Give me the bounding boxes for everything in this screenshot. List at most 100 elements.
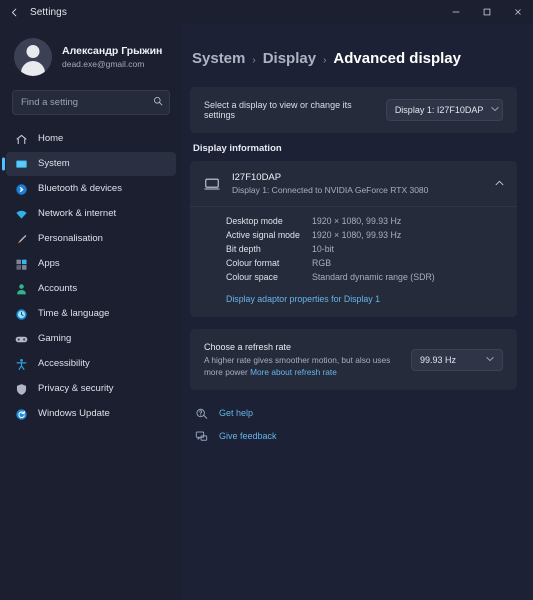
refresh-rate-title: Choose a refresh rate xyxy=(204,342,292,352)
breadcrumb-display[interactable]: Display xyxy=(263,50,316,67)
sidebar-item-accessibility[interactable]: Accessibility xyxy=(6,352,176,376)
search-box[interactable] xyxy=(12,90,170,115)
detail-key: Desktop mode xyxy=(226,216,283,226)
breadcrumb: System › Display › Advanced display xyxy=(190,50,517,67)
sidebar-item-label: Gaming xyxy=(38,333,72,345)
sidebar-item-windows-update[interactable]: Windows Update xyxy=(6,402,176,426)
account-text: Александр Грыжин dead.exe@gmail.com xyxy=(62,44,162,70)
display-select-value: Display 1: I27F10DAP xyxy=(394,105,484,115)
display-select-dropdown[interactable]: Display 1: I27F10DAP xyxy=(385,99,503,121)
more-about-refresh-rate-link[interactable]: More about refresh rate xyxy=(250,367,337,377)
sidebar: Александр Грыжин dead.exe@gmail.com Find… xyxy=(0,24,182,600)
title-bar: Settings xyxy=(0,0,533,24)
give-feedback-link[interactable]: Give feedback xyxy=(194,429,517,443)
accessibility-icon xyxy=(14,357,29,372)
detail-row: Colour format RGB xyxy=(226,258,504,268)
detail-value: RGB xyxy=(312,258,332,268)
monitor-name: I27F10DAP xyxy=(232,172,282,183)
detail-key: Colour space xyxy=(226,272,278,282)
sidebar-item-label: Personalisation xyxy=(38,233,103,245)
sidebar-item-accounts[interactable]: Accounts xyxy=(6,277,176,301)
detail-value: Standard dynamic range (SDR) xyxy=(312,272,435,282)
detail-value: 10-bit xyxy=(312,244,335,254)
sidebar-item-privacy-security[interactable]: Privacy & security xyxy=(6,377,176,401)
display-select-row: Select a display to view or change its s… xyxy=(204,99,503,121)
get-help-link[interactable]: Get help xyxy=(194,406,517,420)
detail-row: Bit depth 10-bit xyxy=(226,244,504,254)
sidebar-item-apps[interactable]: Apps xyxy=(6,252,176,276)
sidebar-item-label: Bluetooth & devices xyxy=(38,183,122,195)
account-email: dead.exe@gmail.com xyxy=(62,59,145,69)
sidebar-item-home[interactable]: Home xyxy=(6,127,176,151)
detail-row: Desktop mode 1920 × 1080, 99.93 Hz xyxy=(226,216,504,226)
minimize-icon xyxy=(452,11,459,13)
sidebar-item-label: Time & language xyxy=(38,308,110,320)
display-information-titles: I27F10DAP Display 1: Connected to NVIDIA… xyxy=(232,171,484,196)
sidebar-item-label: Accessibility xyxy=(38,358,90,370)
sidebar-item-time-language[interactable]: Time & language xyxy=(6,302,176,326)
sidebar-item-label: Network & internet xyxy=(38,208,117,220)
search-icon xyxy=(153,96,163,109)
get-help-label: Get help xyxy=(219,408,254,418)
adaptor-link-row: Display adaptor properties for Display 1 xyxy=(226,289,504,307)
back-arrow-icon xyxy=(11,8,16,16)
sidebar-nav: Home System Bluetooth & devices Network … xyxy=(0,125,182,426)
page-title: Advanced display xyxy=(333,50,461,67)
account-tile[interactable]: Александр Грыжин dead.exe@gmail.com xyxy=(0,30,182,82)
system-icon xyxy=(14,157,29,172)
detail-row: Colour space Standard dynamic range (SDR… xyxy=(226,272,504,282)
refresh-rate-value: 99.93 Hz xyxy=(420,354,457,365)
sidebar-item-label: Home xyxy=(38,133,64,145)
close-button[interactable] xyxy=(502,0,533,24)
footer-links: Get help Give feedback xyxy=(190,406,517,443)
window-body: Александр Грыжин dead.exe@gmail.com Find… xyxy=(0,24,533,600)
sidebar-item-gaming[interactable]: Gaming xyxy=(6,327,176,351)
search-input[interactable] xyxy=(21,97,153,108)
display-adaptor-properties-link[interactable]: Display adaptor properties for Display 1 xyxy=(226,294,380,304)
detail-key: Colour format xyxy=(226,258,280,268)
breadcrumb-system[interactable]: System xyxy=(192,50,245,67)
detail-key: Active signal mode xyxy=(226,230,300,240)
update-icon xyxy=(14,407,29,422)
window-controls xyxy=(440,0,533,24)
main-content: System › Display › Advanced display Sele… xyxy=(182,24,533,600)
avatar xyxy=(14,38,52,76)
sidebar-item-label: System xyxy=(38,158,70,170)
back-button[interactable] xyxy=(0,0,28,24)
account-name: Александр Грыжин xyxy=(62,45,163,57)
gamepad-icon xyxy=(14,332,29,347)
feedback-icon xyxy=(194,429,208,443)
refresh-rate-text: Choose a refresh rate A higher rate give… xyxy=(204,341,397,378)
close-icon xyxy=(514,9,521,15)
monitor-icon xyxy=(203,175,221,193)
sidebar-item-system[interactable]: System xyxy=(6,152,176,176)
sidebar-item-bluetooth-devices[interactable]: Bluetooth & devices xyxy=(6,177,176,201)
monitor-connection: Display 1: Connected to NVIDIA GeForce R… xyxy=(232,185,429,195)
refresh-rate-row: Choose a refresh rate A higher rate give… xyxy=(204,341,503,378)
chevron-up-icon[interactable] xyxy=(495,179,504,188)
wifi-icon xyxy=(14,207,29,222)
detail-row: Active signal mode 1920 × 1080, 99.93 Hz xyxy=(226,230,504,240)
breadcrumb-separator: › xyxy=(252,55,256,66)
help-icon xyxy=(194,406,208,420)
chevron-down-icon xyxy=(491,106,499,114)
minimize-button[interactable] xyxy=(440,0,471,24)
chevron-down-icon xyxy=(486,356,494,364)
sidebar-item-label: Apps xyxy=(38,258,60,270)
sidebar-item-label: Windows Update xyxy=(38,408,110,420)
display-information-card: I27F10DAP Display 1: Connected to NVIDIA… xyxy=(190,161,517,317)
maximize-button[interactable] xyxy=(471,0,502,24)
sidebar-item-personalisation[interactable]: Personalisation xyxy=(6,227,176,251)
account-icon xyxy=(14,282,29,297)
paintbrush-icon xyxy=(14,232,29,247)
display-select-label: Select a display to view or change its s… xyxy=(204,100,352,120)
display-information-header[interactable]: I27F10DAP Display 1: Connected to NVIDIA… xyxy=(190,161,517,206)
sidebar-item-network-internet[interactable]: Network & internet xyxy=(6,202,176,226)
detail-value: 1920 × 1080, 99.93 Hz xyxy=(312,230,402,240)
display-select-card: Select a display to view or change its s… xyxy=(190,87,517,133)
detail-value: 1920 × 1080, 99.93 Hz xyxy=(312,216,402,226)
refresh-rate-dropdown[interactable]: 99.93 Hz xyxy=(411,348,503,371)
detail-key: Bit depth xyxy=(226,244,261,254)
window-title: Settings xyxy=(30,6,67,18)
breadcrumb-separator: › xyxy=(323,55,327,66)
